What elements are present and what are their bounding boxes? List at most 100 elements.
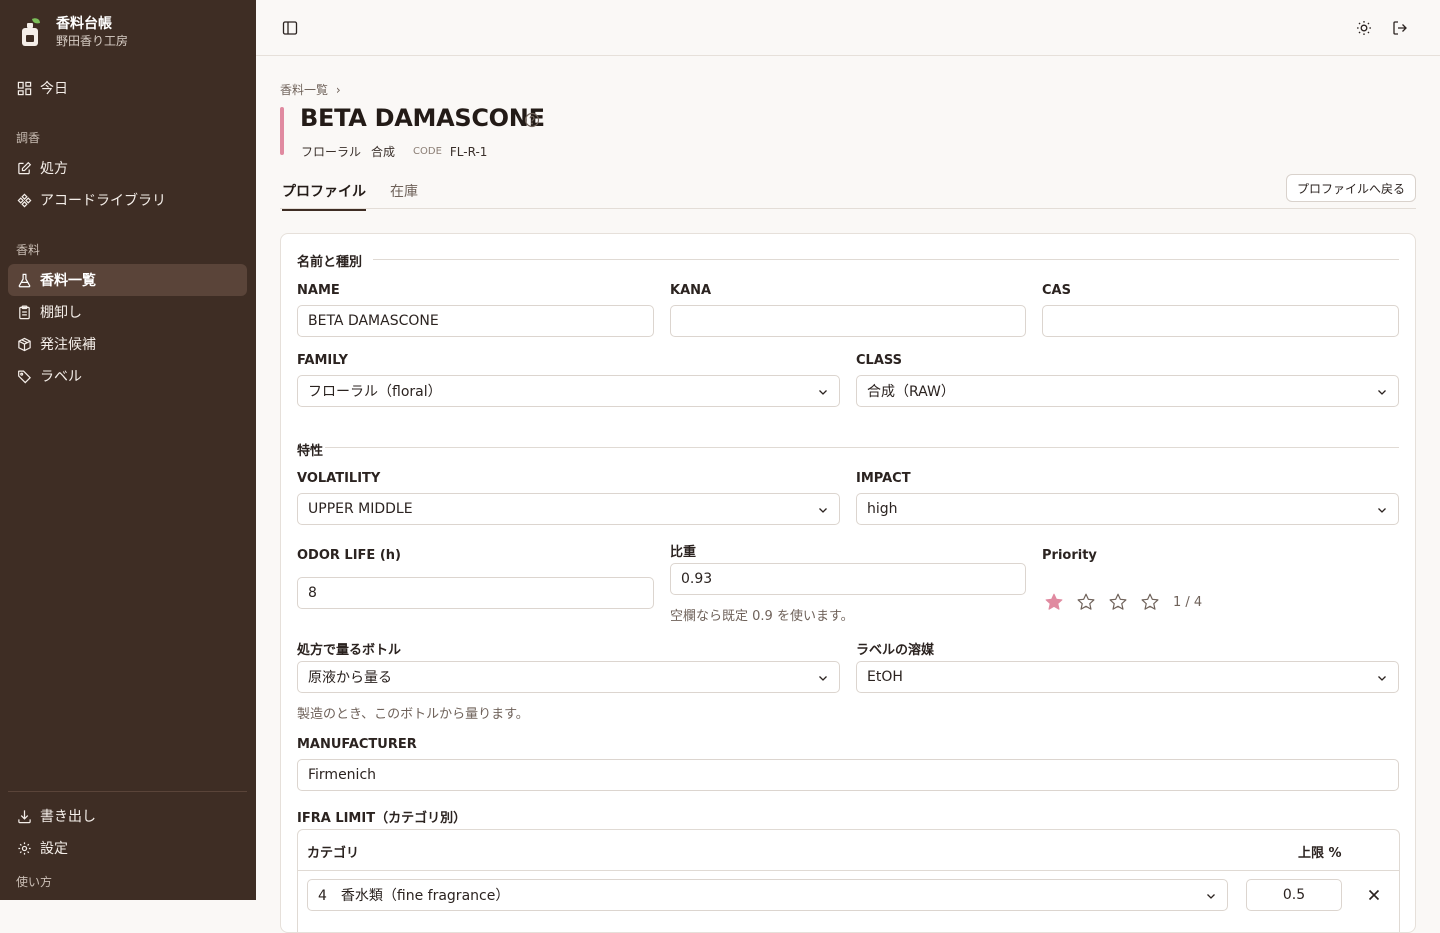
- dashboard-icon: [17, 81, 32, 95]
- ifra-label: IFRA LIMIT（カテゴリ別）: [297, 811, 467, 826]
- class-select[interactable]: 合成（RAW）: [856, 375, 1399, 407]
- volatility-select[interactable]: UPPER MIDDLE: [297, 493, 840, 525]
- nav-label: 書き出し: [40, 809, 96, 825]
- bottle-logo-icon: [18, 16, 44, 48]
- solvent-select-value: EtOH: [867, 669, 903, 685]
- nav-item-formula[interactable]: 処方: [8, 152, 247, 184]
- bottle-select-value: 原液から量る: [308, 670, 392, 686]
- chevron-down-icon: [819, 390, 827, 395]
- nav-item-today[interactable]: 今日: [8, 72, 247, 104]
- star-outline-icon[interactable]: [1075, 591, 1097, 613]
- tab-profile[interactable]: プロファイル: [282, 181, 366, 211]
- brand-name: 香料台帳: [56, 16, 112, 32]
- nav-item-material-list[interactable]: 香料一覧: [8, 264, 247, 296]
- chevron-down-icon: [819, 676, 827, 681]
- gravity-input[interactable]: 0.93: [670, 563, 1026, 595]
- ifra-limit-input[interactable]: 0.5: [1246, 879, 1342, 911]
- volatility-label: VOLATILITY: [297, 471, 381, 486]
- gravity-hint: 空欄なら既定 0.9 を使います。: [670, 609, 854, 624]
- name-input[interactable]: BETA DAMASCONE: [297, 305, 654, 337]
- logout-button[interactable]: [1386, 14, 1414, 42]
- nav-section-material: 香料: [16, 243, 41, 257]
- nav-label: 香料一覧: [40, 273, 96, 289]
- section-divider: [373, 259, 1399, 260]
- sidebar-toggle-icon: [282, 21, 298, 35]
- sidebar-toggle-button[interactable]: [276, 14, 304, 42]
- nav-item-export[interactable]: 書き出し: [8, 800, 247, 832]
- close-icon: [1368, 889, 1380, 901]
- clipboard-icon: [19, 305, 30, 319]
- kana-input[interactable]: [670, 305, 1026, 337]
- nav-item-accord-library[interactable]: アコードライブラリ: [8, 184, 247, 216]
- brand[interactable]: 香料台帳 野田香り工房: [18, 15, 128, 49]
- flask-icon: [18, 273, 31, 287]
- family-label: FAMILY: [297, 353, 348, 368]
- class-label: CLASS: [856, 353, 903, 368]
- family-select[interactable]: フローラル（floral）: [297, 375, 840, 407]
- manufacturer-label: MANUFACTURER: [297, 737, 417, 752]
- solvent-select[interactable]: EtOH: [856, 661, 1399, 693]
- class-tag: 合成: [371, 145, 396, 159]
- solvent-label: ラベルの溶媒: [856, 643, 935, 658]
- tag-icon: [18, 370, 31, 383]
- odor-life-input[interactable]: 8: [297, 577, 654, 609]
- family-tag: フローラル: [301, 145, 362, 159]
- logout-icon: [1393, 21, 1407, 35]
- ifra-category-value: 4 香水類（fine fragrance）: [318, 888, 510, 904]
- nav-section-blend: 調香: [16, 131, 41, 145]
- cas-input[interactable]: [1042, 305, 1399, 337]
- impact-select-value: high: [867, 501, 898, 517]
- nav-label: 設定: [40, 841, 68, 857]
- priority-label: Priority: [1042, 548, 1097, 563]
- star-filled-icon[interactable]: [1043, 591, 1065, 613]
- star-outline-icon[interactable]: [1139, 591, 1161, 613]
- nav-label: 発注候補: [40, 337, 96, 353]
- chevron-down-icon: [1378, 390, 1386, 395]
- name-label: NAME: [297, 283, 340, 298]
- sidebar: 香料台帳 野田香り工房 今日 調香 処方 アコードライブラリ 香料 香料一覧 棚…: [0, 0, 256, 900]
- priority-rating: 1 / 4: [1043, 591, 1202, 613]
- nav-item-settings[interactable]: 設定: [8, 832, 247, 864]
- impact-select[interactable]: high: [856, 493, 1399, 525]
- bottle-hint: 製造のとき、このボトルから量ります。: [297, 707, 529, 722]
- manufacturer-input[interactable]: Firmenich: [297, 759, 1399, 791]
- edit-note-icon: [18, 161, 32, 174]
- chevron-down-icon: [819, 508, 827, 513]
- page-title: BETA DAMASCONE: [300, 104, 545, 132]
- breadcrumb-separator: ›: [335, 83, 341, 97]
- nav-label: ラベル: [40, 369, 82, 385]
- star-outline-icon[interactable]: [1107, 591, 1129, 613]
- package-icon: [18, 337, 31, 351]
- nav-item-labels[interactable]: ラベル: [8, 360, 247, 392]
- volatility-select-value: UPPER MIDDLE: [308, 501, 413, 517]
- theme-toggle-button[interactable]: [1350, 14, 1378, 42]
- nav-item-stocktake[interactable]: 棚卸し: [8, 296, 247, 328]
- nav-item-usage[interactable]: 使い方: [16, 873, 52, 890]
- table-divider: [298, 870, 1399, 871]
- bottle-select[interactable]: 原液から量る: [297, 661, 840, 693]
- priority-count: 1 / 4: [1173, 594, 1203, 610]
- breadcrumb-link-material-list[interactable]: 香料一覧: [280, 83, 328, 97]
- main-content: 香料一覧 › BETA DAMASCONE フローラル 合成 CODE FL-R…: [256, 56, 1440, 933]
- ifra-category-select[interactable]: 4 香水類（fine fragrance）: [307, 879, 1228, 911]
- sun-icon: [1357, 21, 1371, 35]
- gravity-label: 比重: [670, 545, 697, 560]
- class-select-value: 合成（RAW）: [867, 384, 955, 400]
- tab-stock[interactable]: 在庫: [390, 181, 418, 209]
- help-icon[interactable]: [524, 112, 540, 128]
- gear-icon: [18, 841, 31, 855]
- ifra-col-category: カテゴリ: [307, 846, 360, 861]
- back-to-profile-button[interactable]: プロファイルへ戻る: [1285, 174, 1416, 202]
- nav-label: 棚卸し: [40, 305, 82, 321]
- brand-workshop: 野田香り工房: [56, 34, 129, 48]
- family-select-value: フローラル（floral）: [308, 384, 442, 400]
- remove-row-button[interactable]: [1360, 881, 1388, 909]
- ifra-table: カテゴリ 上限 % 4 香水類（fine fragrance） 0.5: [297, 829, 1400, 932]
- diamond-grid-icon: [17, 193, 32, 207]
- chevron-down-icon: [1378, 676, 1386, 681]
- profile-form-card: 名前と種別 NAME BETA DAMASCONE KANA CAS FAMIL…: [280, 233, 1416, 933]
- material-meta: フローラル 合成 CODE FL-R-1: [301, 143, 487, 160]
- kana-label: KANA: [670, 283, 712, 298]
- nav-item-order-candidates[interactable]: 発注候補: [8, 328, 247, 360]
- sidebar-divider: [8, 791, 247, 792]
